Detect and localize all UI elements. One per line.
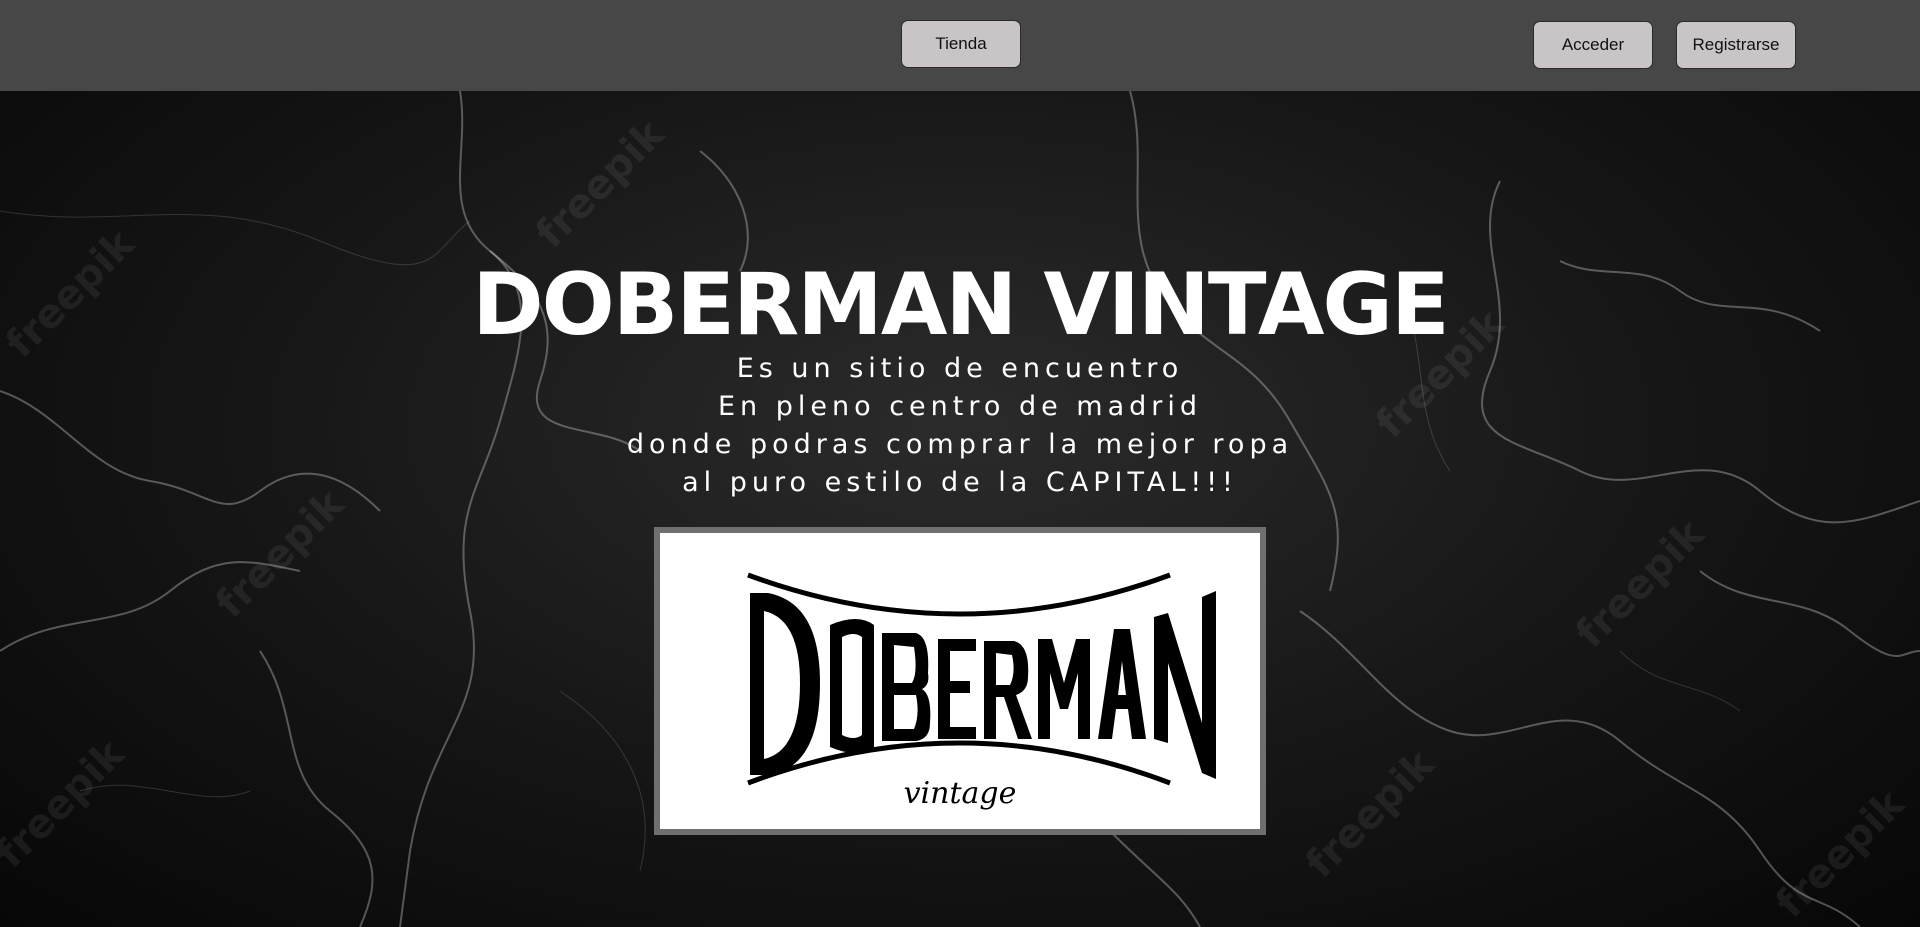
page-title: DOBERMAN VINTAGE [472,255,1449,355]
logo-script-text: vintage [904,776,1017,811]
doberman-logo-graphic: vintage [747,572,1216,811]
doberman-logo-image: vintage [654,527,1266,835]
tienda-button[interactable]: Tienda [901,20,1021,68]
tagline-line-4: al puro estilo de la CAPITAL!!! [682,467,1238,498]
acceder-button[interactable]: Acceder [1533,21,1653,69]
tagline-line-1: Es un sitio de encuentro [736,353,1184,384]
tagline-line-3: donde podras comprar la mejor ropa [626,429,1294,460]
registrarse-button[interactable]: Registrarse [1676,21,1796,69]
tagline-line-2: En pleno centro de madrid [717,391,1203,422]
top-navigation-bar: Tienda Acceder Registrarse [0,0,1920,91]
